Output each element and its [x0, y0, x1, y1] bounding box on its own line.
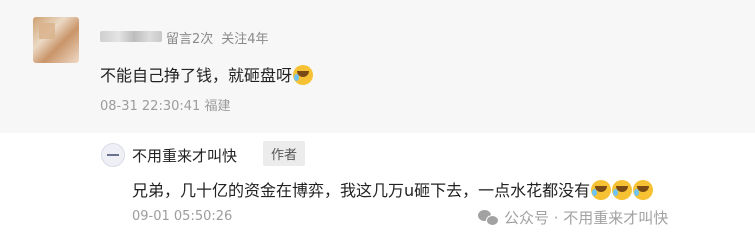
author-badge: 作者 — [263, 141, 306, 166]
follow-duration: 关注4年 — [221, 32, 269, 47]
wechat-icon — [478, 210, 499, 226]
comment-text: 不能自己挣了钱，就砸盘呀 — [100, 62, 314, 86]
laughing-crying-icon — [612, 180, 633, 200]
avatar[interactable] — [33, 17, 79, 63]
watermark-text: 公众号 · 不用重来才叫快 — [504, 209, 669, 227]
comment-location: 福建 — [204, 99, 231, 114]
comment-body: 不能自己挣了钱，就砸盘呀 — [100, 66, 293, 85]
comment-meta: 留言2次 关注4年 — [166, 28, 269, 47]
blurred-nickname — [100, 31, 162, 42]
comment-card: 留言2次 关注4年 不能自己挣了钱，就砸盘呀 08-31 22:30:41 福建 — [0, 0, 755, 133]
comment-count: 留言2次 — [166, 32, 214, 47]
laughing-crying-icon — [633, 180, 654, 200]
laughing-crying-icon — [591, 180, 612, 200]
reply-body: 兄弟，几十亿的资金在博弈，我这几万u砸下去，一点水花都没有 — [132, 181, 591, 200]
author-name[interactable]: 不用重来才叫快 — [132, 145, 237, 166]
watermark: 公众号 · 不用重来才叫快 — [478, 207, 668, 228]
laughing-crying-icon — [293, 65, 314, 85]
author-avatar[interactable] — [101, 143, 125, 167]
comment-time: 08-31 22:30:41 福建 — [100, 95, 230, 114]
reply-timestamp: 09-01 05:50:26 — [132, 209, 233, 224]
comment-timestamp: 08-31 22:30:41 — [100, 99, 201, 114]
reply-text: 兄弟，几十亿的资金在博弈，我这几万u砸下去，一点水花都没有 — [132, 177, 654, 201]
